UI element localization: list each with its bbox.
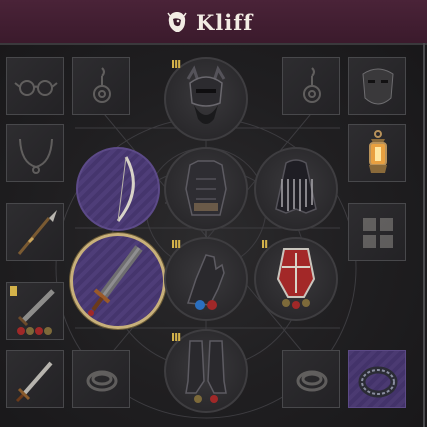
gauntlet-icon <box>186 254 225 310</box>
shield-tier: II <box>261 238 268 251</box>
ornate-ring-icon <box>358 366 398 398</box>
character-name: Kliff <box>196 9 254 35</box>
greatsword-slot[interactable] <box>70 233 166 329</box>
equipment-screen: Kliff III III II III <box>0 0 427 427</box>
ring-icon <box>86 370 118 392</box>
ring-icon <box>296 370 328 392</box>
helmet-tier: III <box>171 58 181 71</box>
mask-icon <box>362 68 394 105</box>
greatsword-icon <box>88 245 143 316</box>
boots-tier: III <box>171 331 181 344</box>
slot-shortsword[interactable] <box>6 282 64 340</box>
slot-earring-left[interactable] <box>72 57 130 115</box>
bow-slot[interactable] <box>76 147 160 231</box>
lion-head-icon <box>167 12 187 32</box>
horned-helmet-icon <box>186 65 226 124</box>
slot-ring-left[interactable] <box>72 350 130 408</box>
lantern-icon <box>369 130 387 173</box>
dagger-icon <box>15 361 53 403</box>
slot-dagger[interactable] <box>6 350 64 408</box>
earring-icon <box>93 67 111 103</box>
chest-slot[interactable] <box>164 147 248 231</box>
red-shield-icon <box>276 248 316 309</box>
slot-earring-right[interactable] <box>282 57 340 115</box>
backpack-icon <box>363 218 393 248</box>
slot-ornate-ring[interactable] <box>348 350 406 408</box>
glasses-icon <box>14 80 58 96</box>
slot-lantern[interactable] <box>348 124 406 182</box>
cloak-slot[interactable] <box>254 147 338 231</box>
necklace-icon <box>19 138 53 174</box>
slot-eyewear[interactable] <box>6 57 64 115</box>
shortsword-icon <box>17 289 55 335</box>
bow-icon <box>116 156 135 222</box>
slot-mask[interactable] <box>348 57 406 115</box>
slot-spear[interactable] <box>6 203 64 261</box>
gloves-tier: III <box>171 238 181 251</box>
cloak-icon <box>275 159 317 214</box>
slot-ring-right[interactable] <box>282 350 340 408</box>
earring-icon <box>303 67 321 103</box>
slot-necklace[interactable] <box>6 124 64 182</box>
slot-backpack[interactable] <box>348 203 406 261</box>
character-header: Kliff <box>0 0 427 44</box>
chest-armor-icon <box>185 160 227 216</box>
spear-icon <box>17 210 57 255</box>
